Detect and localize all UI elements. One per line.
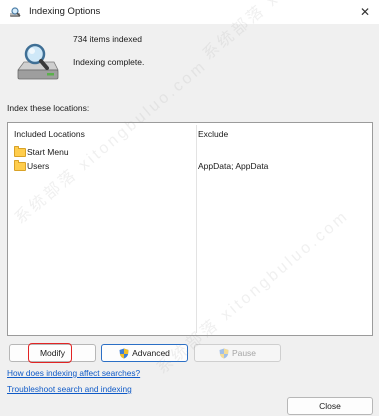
index-locations-label: Index these locations:	[7, 103, 90, 113]
uac-shield-icon	[119, 348, 129, 358]
included-locations-header: Included Locations	[14, 129, 85, 139]
location-name: Start Menu	[27, 147, 69, 157]
indexing-options-icon	[10, 7, 21, 17]
indexing-status: Indexing complete.	[73, 57, 145, 67]
uac-shield-icon	[219, 348, 229, 358]
close-window-button[interactable]: ✕	[351, 0, 379, 24]
pause-button[interactable]: Pause	[194, 344, 281, 362]
modify-highlight	[28, 343, 72, 363]
pause-label: Pause	[231, 348, 257, 358]
location-name: Users	[27, 161, 50, 171]
window-title: Indexing Options	[29, 6, 101, 17]
close-button[interactable]: Close	[287, 397, 373, 415]
close-label: Close	[319, 401, 341, 411]
advanced-button[interactable]: Advanced	[101, 344, 188, 362]
location-exclude: AppData; AppData	[198, 161, 269, 171]
advanced-label: Advanced	[132, 348, 170, 358]
troubleshoot-link[interactable]: Troubleshoot search and indexing	[7, 384, 132, 394]
location-row-users[interactable]: Users AppData; AppData	[8, 160, 372, 174]
location-row-start-menu[interactable]: Start Menu	[8, 146, 372, 160]
folder-icon	[14, 146, 26, 157]
exclude-header: Exclude	[198, 129, 229, 139]
locations-list[interactable]: Included Locations Exclude Start Menu Us…	[7, 122, 373, 336]
title-bar: Indexing Options ✕	[0, 0, 379, 24]
indexing-help-link[interactable]: How does indexing affect searches?	[7, 368, 140, 378]
items-indexed-count: 734 items indexed	[73, 34, 142, 44]
close-icon: ✕	[359, 5, 371, 19]
folder-icon	[14, 160, 26, 171]
indexing-drive-icon	[17, 43, 59, 80]
